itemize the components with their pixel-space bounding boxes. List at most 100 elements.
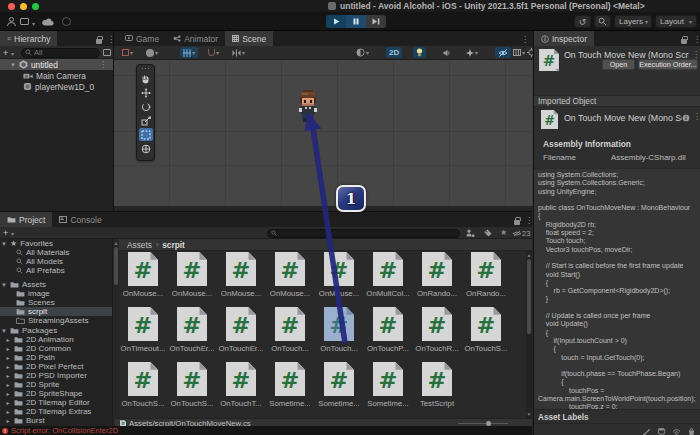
collab-icon[interactable]	[62, 17, 71, 26]
hierarchy-item-player[interactable]: playerNew1D_0	[0, 81, 113, 92]
tree-folder-image[interactable]: image	[0, 289, 112, 298]
hierarchy-add-dropdown-arrow[interactable]: ▾	[11, 50, 14, 57]
project-add-dropdown-arrow[interactable]: ▾	[11, 230, 14, 237]
scene-panel-menu-icon[interactable]: ⋮	[521, 35, 529, 44]
project-menu-icon[interactable]: ⋮	[525, 216, 533, 225]
scene-mask-button[interactable]: ▾	[143, 47, 161, 58]
account-icon[interactable]	[6, 16, 17, 27]
tree-package-2d-psd-importer[interactable]: ▸2D PSD Importer	[0, 371, 112, 380]
tree-package-2d-path[interactable]: ▸2D Path	[0, 353, 112, 362]
scene-effects-button[interactable]: ▾	[463, 47, 481, 58]
scene-viewport[interactable]	[114, 60, 533, 206]
project-add-button[interactable]: +	[3, 228, 8, 238]
disclosure-arrow[interactable]: ▸	[5, 417, 11, 424]
tab-project[interactable]: Project	[0, 212, 52, 227]
grid-scrollbar[interactable]: ▲ ▼	[526, 251, 532, 418]
view-tool-button[interactable]	[139, 72, 153, 85]
search-button[interactable]	[594, 15, 611, 28]
tab-console[interactable]: Console	[52, 212, 108, 227]
tree-item-all-materials[interactable]: All Materials	[0, 248, 112, 257]
hierarchy-preset-icon[interactable]	[103, 49, 111, 56]
tree-packages-packages[interactable]: ▼Packages	[0, 326, 112, 335]
tree-assets-assets[interactable]: ▼Assets	[0, 280, 112, 289]
asset-item[interactable]: #OnTouchS...	[169, 362, 215, 408]
tree-item-all-models[interactable]: All Models	[0, 257, 112, 266]
search-by-type-icon[interactable]	[466, 229, 475, 237]
disclosure-arrow[interactable]: ▸	[5, 408, 11, 415]
asset-item[interactable]: #OnMouse...	[120, 252, 166, 298]
scene-drawmode-button[interactable]: ▾	[119, 47, 136, 58]
layout-dropdown[interactable]: Layout▾	[655, 15, 697, 28]
asset-item[interactable]: #OnMouse...	[218, 252, 264, 298]
breadcrumb-current[interactable]: scrpit	[162, 240, 185, 250]
script-header-menu-icon[interactable]: ⋮	[692, 50, 700, 59]
inspector-menu-icon[interactable]: ⋮	[693, 35, 700, 44]
asset-item[interactable]: #Sometime...	[316, 362, 362, 408]
disclosure-arrow[interactable]: ▸	[5, 390, 11, 397]
asset-item[interactable]: #OnMultCol...	[365, 252, 411, 298]
disclosure-arrow[interactable]: ▸	[5, 345, 11, 352]
project-tree-scrollbar[interactable]: ▲ ▼	[112, 239, 119, 427]
tree-package-2d-tilemap-extras[interactable]: ▸2D Tilemap Extras	[0, 407, 112, 416]
hierarchy-item-main-camera[interactable]: Main Camera	[0, 70, 113, 81]
tools-drag-handle[interactable]	[141, 67, 150, 70]
move-tool-button[interactable]	[139, 86, 153, 99]
asset-item[interactable]: #OnTouch...	[267, 307, 313, 353]
disclosure-arrow[interactable]: ▼	[1, 282, 7, 288]
hierarchy-item-untitled[interactable]: ▼ untitled ⋮	[0, 59, 113, 70]
play-button[interactable]	[326, 15, 346, 28]
disclosure-arrow[interactable]: ▸	[5, 354, 11, 361]
disclosure-arrow[interactable]: ▼	[1, 328, 7, 334]
grid-scroll-down-icon[interactable]: ▼	[526, 411, 532, 417]
asset-item[interactable]: #Sometime...	[365, 362, 411, 408]
tree-folder-streamingassets[interactable]: StreamingAssets	[0, 316, 112, 325]
asset-item[interactable]: #OnMouse...	[267, 252, 313, 298]
layers-dropdown[interactable]: Layers▾	[614, 15, 652, 28]
untitled-menu-icon[interactable]: ⋮	[99, 60, 107, 69]
search-by-label-icon[interactable]	[484, 229, 492, 237]
scene-audio-button[interactable]	[440, 47, 454, 58]
script-icon-dropdown-arrow[interactable]: ▾	[556, 66, 559, 73]
favorites-star-icon[interactable]: ★	[500, 228, 507, 237]
disclosure-arrow[interactable]: ▸	[5, 381, 11, 388]
disclosure-arrow[interactable]: ▸	[5, 372, 11, 379]
asset-item[interactable]: #OnRando...	[414, 252, 460, 298]
grid-visual-button[interactable]: ▾	[180, 47, 198, 58]
transform-tool-button[interactable]	[139, 142, 153, 155]
asset-item[interactable]: #OnTouchEr...	[218, 307, 264, 353]
tree-package-2d-spriteshape[interactable]: ▸2D SpriteShape	[0, 389, 112, 398]
tree-package-2d-sprite[interactable]: ▸2D Sprite	[0, 380, 112, 389]
asset-item[interactable]: #OnTouchS...	[120, 362, 166, 408]
shading-mode-button[interactable]: ▾	[353, 47, 372, 58]
close-window-button[interactable]	[8, 3, 15, 10]
tab-game[interactable]: Game	[118, 31, 166, 46]
services-icon[interactable]	[20, 18, 29, 25]
tree-package-2d-common[interactable]: ▸2D Common	[0, 344, 112, 353]
tree-package-2d-pixel-perfect[interactable]: ▸2D Pixel Perfect	[0, 362, 112, 371]
asset-item[interactable]: #OnRando...	[463, 252, 509, 298]
tab-inspector[interactable]: Inspector	[534, 31, 594, 46]
asset-item[interactable]: #OnTouchEr...	[169, 307, 215, 353]
hierarchy-add-button[interactable]: +	[3, 48, 8, 58]
breadcrumb-assets[interactable]: Assets	[127, 240, 152, 250]
tree-package-2d-animation[interactable]: ▸2D Animation	[0, 335, 112, 344]
tab-animator[interactable]: Animator	[166, 31, 225, 46]
project-lock-icon[interactable]	[514, 217, 520, 227]
open-button[interactable]: Open	[602, 59, 635, 70]
scene-visibility-button[interactable]	[495, 47, 511, 58]
2d-toggle-button[interactable]: 2D	[386, 47, 402, 58]
rect-tool-button[interactable]	[139, 128, 153, 141]
asset-item[interactable]: #TestScript	[414, 362, 460, 408]
asset-bundle-icon-4[interactable]	[687, 427, 696, 435]
undo-history-button[interactable]: ↺	[574, 15, 591, 28]
info-icon[interactable]	[682, 114, 690, 122]
untitled-disclosure-arrow[interactable]: ▼	[10, 62, 16, 68]
snap-size-button[interactable]: ▾	[229, 47, 248, 58]
minimize-window-button[interactable]	[20, 3, 27, 10]
tree-folder-scrpit[interactable]: scrpit	[0, 307, 112, 316]
hidden-count-eye-icon[interactable]	[512, 230, 522, 237]
hierarchy-lock-icon[interactable]	[96, 36, 102, 46]
cloud-icon[interactable]	[42, 18, 54, 26]
snap-move-button[interactable]: ▾	[205, 47, 222, 58]
camera-overlay-button[interactable]: ▾	[512, 47, 526, 58]
